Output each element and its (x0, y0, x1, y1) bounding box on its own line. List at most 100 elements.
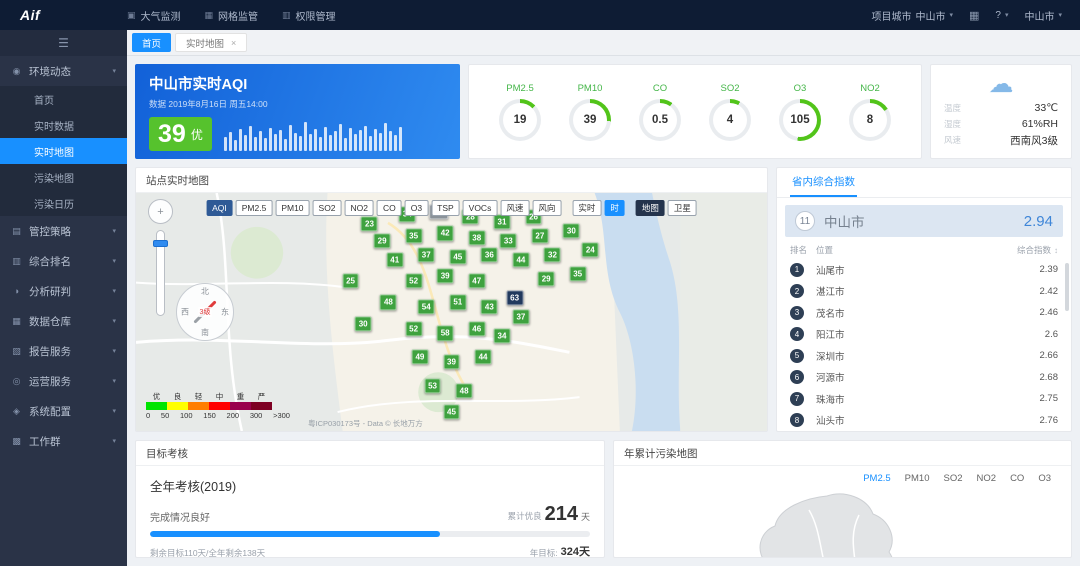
sidebar-subitem[interactable]: 污染地图 (0, 164, 127, 190)
map-toolbar-button[interactable]: 风速 (500, 200, 529, 216)
sidebar-subitem[interactable]: 实时地图 (0, 138, 127, 164)
map-toolbar-button[interactable]: SO2 (313, 200, 342, 216)
user-city-selector[interactable]: 中山市 ▾ (1024, 8, 1062, 23)
map-marker[interactable]: 27 (531, 228, 548, 243)
map-marker[interactable]: 23 (361, 216, 378, 231)
map-marker[interactable]: 24 (582, 243, 599, 258)
map-marker[interactable]: 58 (437, 326, 454, 341)
help-menu[interactable]: ? ▾ (995, 10, 1008, 21)
map-marker[interactable]: 36 (481, 247, 498, 262)
map-toolbar-button[interactable]: VOCs (463, 200, 498, 216)
sidebar-group-ranking[interactable]: ▥综合排名▾ (0, 246, 127, 276)
sidebar-group-workgroup[interactable]: ▩工作群▾ (0, 426, 127, 456)
ranking-row[interactable]: 5深圳市2.66 (777, 345, 1071, 367)
map-marker[interactable]: 44 (512, 252, 529, 267)
map-toolbar-button[interactable]: NO2 (345, 200, 374, 216)
map-marker[interactable]: 45 (443, 404, 460, 419)
zoom-handle[interactable] (153, 240, 168, 247)
map-marker[interactable]: 31 (494, 214, 511, 229)
map-zoom-slider[interactable] (156, 230, 165, 316)
sidebar-group-control[interactable]: ▤管控策略▾ (0, 216, 127, 246)
map-marker[interactable]: 49 (411, 350, 428, 365)
map-marker[interactable]: 52 (405, 273, 422, 288)
map-layer-button[interactable]: 地图 (636, 200, 665, 216)
map-marker[interactable]: 30 (563, 223, 580, 238)
map-marker[interactable]: 48 (456, 383, 473, 398)
map-marker[interactable]: 35 (405, 228, 422, 243)
sidebar-group-operation[interactable]: ◎运营服务▾ (0, 366, 127, 396)
sidebar-collapse-button[interactable]: ☰ (0, 30, 127, 56)
map-pan-control[interactable]: + (148, 199, 173, 224)
sidebar-group-warehouse[interactable]: ▦数据仓库▾ (0, 306, 127, 336)
map-marker[interactable]: 47 (468, 273, 485, 288)
map-marker[interactable]: 38 (468, 231, 485, 246)
apps-grid-icon[interactable]: ▦ (969, 9, 979, 22)
pollutant-tab[interactable]: SO2 (944, 473, 963, 484)
map-marker[interactable]: 30 (355, 316, 372, 331)
map-marker[interactable]: 43 (481, 300, 498, 315)
map-marker[interactable]: 33 (500, 233, 517, 248)
pollutant-tab[interactable]: NO2 (977, 473, 997, 484)
pollutant-tab[interactable]: PM2.5 (863, 473, 890, 484)
scrollbar-thumb[interactable] (1065, 263, 1069, 311)
map-marker[interactable]: 37 (418, 247, 435, 262)
map-canvas[interactable]: AQIPM2.5PM10SO2NO2COO3TSPVOCs风速风向实时时地图卫星… (136, 193, 767, 431)
sidebar-group-environment[interactable]: ◉环境动态▾ (0, 56, 127, 86)
ranking-row[interactable]: 4阳江市2.6 (777, 324, 1071, 346)
map-toolbar-button[interactable]: PM2.5 (236, 200, 273, 216)
map-toolbar-button[interactable]: AQI (206, 200, 233, 216)
time-range-button[interactable]: 实时 (572, 200, 601, 216)
map-toolbar-button[interactable]: O3 (405, 200, 428, 216)
map-marker[interactable]: 32 (544, 247, 561, 262)
sidebar-group-analysis[interactable]: ◑分析研判▾ (0, 276, 127, 306)
map-marker[interactable]: 37 (512, 309, 529, 324)
ranking-row[interactable]: 6河源市2.68 (777, 367, 1071, 389)
map-marker[interactable]: 48 (380, 295, 397, 310)
sidebar-group-system[interactable]: ◈系统配置▾ (0, 396, 127, 426)
navbar-item-grid[interactable]: ▦网格监管 (205, 8, 259, 23)
ranking-row[interactable]: 8汕头市2.76 (777, 410, 1071, 432)
map-marker[interactable]: 29 (538, 271, 555, 286)
close-icon[interactable]: × (231, 38, 236, 48)
sidebar-subitem[interactable]: 污染日历 (0, 190, 127, 216)
map-marker[interactable]: 39 (437, 269, 454, 284)
map-marker[interactable]: 54 (418, 300, 435, 315)
map-toolbar-button[interactable]: CO (377, 200, 402, 216)
map-toolbar-button[interactable]: 风向 (532, 200, 561, 216)
map-toolbar-button[interactable]: PM10 (275, 200, 309, 216)
sidebar-subitem[interactable]: 实时数据 (0, 112, 127, 138)
map-marker[interactable]: 34 (494, 328, 511, 343)
sort-icon[interactable]: ↕ (1054, 246, 1058, 255)
pollutant-tab[interactable]: PM10 (905, 473, 930, 484)
map-marker[interactable]: 44 (475, 350, 492, 365)
time-range-button[interactable]: 时 (604, 200, 625, 216)
map-marker[interactable]: 25 (342, 273, 359, 288)
map-marker[interactable]: 46 (468, 321, 485, 336)
map-toolbar-button[interactable]: TSP (431, 200, 460, 216)
sidebar-group-report[interactable]: ▧报告服务▾ (0, 336, 127, 366)
pollutant-tab[interactable]: O3 (1038, 473, 1051, 484)
ranking-row[interactable]: 7珠海市2.75 (777, 388, 1071, 410)
map-marker[interactable]: 52 (405, 321, 422, 336)
map-marker[interactable]: 53 (424, 378, 441, 393)
tab-home[interactable]: 首页 (132, 33, 171, 52)
map-marker[interactable]: 45 (449, 250, 466, 265)
navbar-item-atmosphere[interactable]: ▣大气监测 (127, 8, 181, 23)
sidebar-subitem[interactable]: 首页 (0, 86, 127, 112)
map-marker[interactable]: 63 (506, 290, 523, 305)
map-layer-button[interactable]: 卫星 (668, 200, 697, 216)
ranking-row[interactable]: 2湛江市2.42 (777, 281, 1071, 303)
tab-realtime-map[interactable]: 实时地图 × (175, 33, 247, 52)
map-marker[interactable]: 51 (449, 295, 466, 310)
current-city-rank[interactable]: 11 中山市 2.94 (785, 205, 1063, 237)
pollutant-tab[interactable]: CO (1010, 473, 1024, 484)
navbar-item-permission[interactable]: ▥权限管理 (282, 8, 336, 23)
map-marker[interactable]: 35 (569, 266, 586, 281)
project-city-selector[interactable]: 项目城市 中山市 ▾ (871, 8, 953, 23)
ranking-row[interactable]: 1汕尾市2.39 (777, 259, 1071, 281)
ranking-row[interactable]: 3茂名市2.46 (777, 302, 1071, 324)
map-marker[interactable]: 39 (443, 354, 460, 369)
tab-province-index[interactable]: 省内综合指数 (790, 168, 857, 197)
map-marker[interactable]: 42 (437, 226, 454, 241)
map-marker[interactable]: 41 (386, 252, 403, 267)
